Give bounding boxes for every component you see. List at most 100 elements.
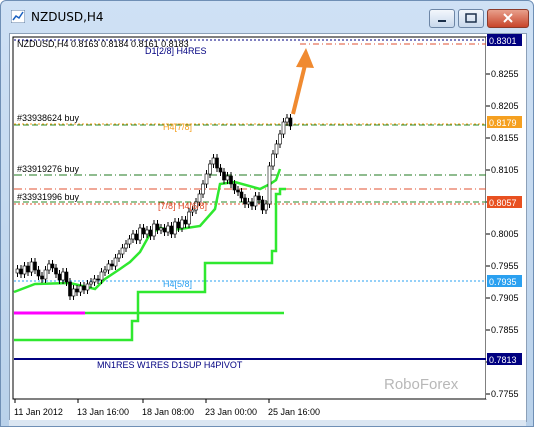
candle-body xyxy=(19,268,23,275)
plot-frame xyxy=(12,36,487,400)
x-tick-label: 23 Jan 00:00 xyxy=(205,407,257,417)
candle-body xyxy=(278,133,282,145)
candle-body xyxy=(288,117,293,127)
x-axis-ticks: 11 Jan 2012 13 Jan 16:00 18 Jan 08:00 23 Ja… xyxy=(14,399,320,417)
candle-body xyxy=(36,269,41,277)
candle-body xyxy=(222,171,226,181)
chart-area[interactable]: NZDUSD,H4 0.8163 0.8184 0.8161 0.8183 D1… xyxy=(9,33,527,422)
price-badge-label: 0.8057 xyxy=(489,198,517,208)
candle-body xyxy=(120,247,125,255)
candle-body xyxy=(239,191,244,199)
x-tick-label: 18 Jan 08:00 xyxy=(142,407,194,417)
candle-body xyxy=(236,189,240,193)
candle-body xyxy=(89,281,93,285)
candle-body xyxy=(257,195,261,201)
y-tick-label: 0.8255 xyxy=(491,69,519,79)
candle-body xyxy=(138,227,142,241)
candle-body xyxy=(215,157,219,169)
level-label-mid: [7/8] H4[6/8] xyxy=(158,201,207,211)
order-label-2[interactable]: #33919276 buy xyxy=(17,164,80,174)
candle-body xyxy=(124,243,128,249)
price-badge-label: 0.8179 xyxy=(489,118,517,128)
candle-body xyxy=(71,288,76,297)
candle-body xyxy=(96,278,100,281)
y-tick-label: 0.8005 xyxy=(491,229,519,239)
price-axis xyxy=(486,37,525,399)
candle-body xyxy=(134,233,139,241)
candle-body xyxy=(15,268,20,274)
title-bar[interactable]: NZDUSD,H4 xyxy=(1,1,533,33)
candle-body xyxy=(145,229,149,235)
candle-body xyxy=(113,257,118,267)
order-label-3[interactable]: #33931996 buy xyxy=(17,192,80,202)
y-tick-label: 0.8155 xyxy=(491,133,519,143)
candle-body xyxy=(82,285,86,291)
x-tick-label: 11 Jan 2012 xyxy=(14,407,63,417)
chart-app-icon xyxy=(11,10,25,23)
x-tick-label: 25 Jan 16:00 xyxy=(268,407,320,417)
restore-icon xyxy=(465,13,477,23)
candle-body xyxy=(99,271,104,281)
level-label-bottom: MN1RES W1RES D1SUP H4PIVOT xyxy=(97,360,243,370)
candle-body xyxy=(54,267,58,275)
candle-body xyxy=(159,227,163,231)
candle-body xyxy=(61,271,65,281)
candle-body xyxy=(187,211,191,225)
candle-body xyxy=(225,175,230,181)
candle-body xyxy=(285,117,289,123)
candle-body xyxy=(232,183,237,191)
price-badge-label: 0.7935 xyxy=(489,277,517,287)
candle-body xyxy=(253,195,258,207)
candle-body xyxy=(57,273,62,281)
candle-body xyxy=(183,219,188,225)
y-tick-label: 0.8205 xyxy=(491,101,519,111)
candle-body xyxy=(47,263,51,271)
candle-body xyxy=(106,263,111,271)
candle-body xyxy=(131,233,135,240)
candle-body xyxy=(267,165,272,205)
candle-body xyxy=(162,227,167,233)
candle-body xyxy=(218,167,223,173)
close-button[interactable] xyxy=(487,9,529,28)
candle-body xyxy=(169,225,174,235)
minimize-button[interactable] xyxy=(429,9,455,28)
candle-body xyxy=(243,197,247,205)
candle-body xyxy=(92,278,97,283)
candle-body xyxy=(180,219,184,229)
candle-body xyxy=(68,281,72,297)
order-label-1[interactable]: #33938624 buy xyxy=(17,113,80,123)
candle-body xyxy=(274,143,279,155)
candle-body xyxy=(43,269,48,280)
y-tick-label: 0.8105 xyxy=(491,165,519,175)
minimize-icon xyxy=(438,20,446,22)
y-tick-label: 0.7955 xyxy=(491,261,519,271)
candle-body xyxy=(166,225,170,233)
candle-body xyxy=(250,201,254,207)
maximize-button[interactable] xyxy=(458,9,484,28)
candle-body xyxy=(271,153,275,167)
price-badge-label: 0.8301 xyxy=(489,36,517,46)
level-label-h4-58: H4[5/8] xyxy=(163,279,192,289)
y-tick-label: 0.7855 xyxy=(491,325,519,335)
price-chart[interactable]: NZDUSD,H4 0.8163 0.8184 0.8161 0.8183 D1… xyxy=(10,34,526,421)
candle-body xyxy=(176,221,181,229)
price-badge-label: 0.7813 xyxy=(489,355,517,365)
candle-body xyxy=(127,238,132,245)
close-icon xyxy=(503,13,513,23)
candle-body xyxy=(117,253,121,259)
chart-window: NZDUSD,H4 NZDUSD,H4 0.8163 0.8184 0.8161… xyxy=(0,0,534,427)
candle-body xyxy=(141,227,146,235)
candle-body xyxy=(33,261,37,271)
y-tick-label: 0.7905 xyxy=(491,293,519,303)
level-label-top: D1[2/8] H4RES xyxy=(145,46,207,56)
horizontal-scrollbar[interactable] xyxy=(9,420,526,426)
candle-body xyxy=(50,263,55,269)
candle-body xyxy=(75,288,79,293)
candle-body xyxy=(201,183,205,195)
watermark: RoboForex xyxy=(384,376,459,393)
candle-body xyxy=(78,285,83,293)
level-label-h4-78: H4[7/8] xyxy=(163,122,192,132)
candle-body xyxy=(173,221,177,235)
candle-body xyxy=(64,271,69,283)
candle-body xyxy=(204,173,209,185)
